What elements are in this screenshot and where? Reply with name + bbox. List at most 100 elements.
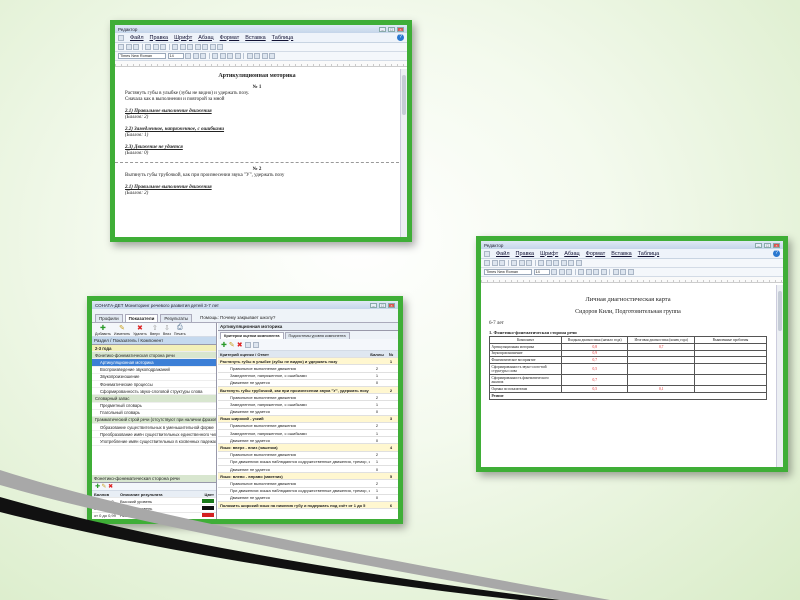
scale-row[interactable]: от 1,6 до 2 Высокий уровень (92, 498, 216, 506)
delete-icon[interactable]: ✖ (237, 341, 243, 349)
tree-item[interactable]: Сформированность звуко-слоговой структур… (92, 388, 216, 396)
font-color-icon[interactable] (246, 53, 253, 59)
menu-paragraph[interactable]: Абзац (564, 251, 579, 257)
redo-icon[interactable] (545, 260, 552, 266)
answer-row[interactable]: Замедленное, напряженное, с ошибками 1 (218, 430, 398, 438)
table-row[interactable]: Резюме (489, 391, 767, 400)
move-down-icon[interactable] (252, 341, 259, 348)
minimize-button[interactable]: – (370, 302, 377, 308)
align-right-icon[interactable] (593, 269, 599, 275)
underline-icon[interactable] (566, 269, 572, 275)
align-right-icon[interactable] (227, 53, 233, 59)
answer-row[interactable]: Движение не удается 0 (218, 495, 398, 502)
image-icon[interactable] (560, 260, 567, 266)
tree-item[interactable]: Артикуляционная моторика (92, 359, 216, 367)
justify-icon[interactable] (234, 53, 241, 59)
find-icon[interactable] (202, 44, 208, 50)
answer-row[interactable]: При движениях языка наблюдаются содружес… (218, 459, 398, 466)
align-center-icon[interactable] (219, 53, 226, 59)
delete-button[interactable]: ✖ Удалить (133, 324, 147, 336)
align-left-icon[interactable] (212, 53, 218, 59)
print-icon[interactable] (575, 260, 582, 266)
criterion-row[interactable]: Язык: влево - вправо (маятник) 5 (218, 473, 398, 481)
print-icon[interactable] (209, 44, 216, 50)
criterion-row[interactable]: Вытянуть губы трубочкой, как при произне… (218, 386, 398, 395)
close-button[interactable]: × (397, 26, 404, 32)
answer-row[interactable]: Правильное выполнение движения 2 (218, 480, 398, 488)
help-icon[interactable]: ? (773, 250, 780, 257)
minimize-button[interactable]: – (755, 242, 762, 248)
menu-file[interactable]: Файл (130, 35, 144, 41)
tree-item[interactable]: Фонетико-фонематическая сторона речи (92, 352, 216, 360)
bullets-icon[interactable] (627, 269, 634, 275)
font-color-icon[interactable] (612, 269, 619, 275)
undo-icon[interactable] (172, 44, 178, 50)
help-icon[interactable]: ? (397, 34, 404, 41)
document-area[interactable]: Личная диагностическая карта Сидоров Кил… (481, 285, 775, 467)
move-up-icon[interactable] (244, 341, 251, 348)
bold-icon[interactable] (551, 269, 557, 275)
font-family-select[interactable]: Times New Roman (484, 269, 532, 275)
move-down-button[interactable]: ⇩ Вниз (163, 324, 171, 336)
scroll-thumb[interactable] (402, 75, 406, 115)
bullets-icon[interactable] (261, 53, 268, 59)
close-button[interactable]: × (773, 242, 780, 248)
add-button[interactable]: ✚ Добавить (95, 324, 111, 336)
redo-icon[interactable] (179, 44, 186, 50)
tab-subsystems[interactable]: Подсистемы уровня компонента (284, 332, 350, 339)
menu-insert[interactable]: Вставка (245, 35, 265, 41)
highlight-icon[interactable] (254, 53, 260, 59)
answer-row[interactable]: Движение не удается 0 (218, 437, 398, 445)
table-row[interactable]: Оценка по показателям 0,5 0,1 (488, 385, 768, 393)
answer-row[interactable]: Движение не удается 0 (218, 409, 398, 416)
paste-icon[interactable] (160, 44, 166, 50)
answer-row[interactable]: Правильное выполнение движения 2 (218, 423, 398, 431)
tree-item[interactable]: Словарный запас (92, 395, 216, 403)
minimize-button[interactable]: – (379, 26, 386, 32)
answer-row[interactable]: Правильное выполнение движения 2 (218, 452, 398, 459)
tree-item[interactable]: 2-3 года (92, 345, 216, 353)
tab-results[interactable]: Результаты (160, 314, 193, 322)
italic-icon[interactable] (558, 269, 565, 275)
table-row[interactable]: Сформированность фонематического анализа… (488, 374, 768, 387)
image-icon[interactable] (194, 44, 201, 50)
open-icon[interactable] (125, 44, 132, 50)
vertical-scrollbar[interactable] (776, 285, 783, 467)
tree-item[interactable]: Образование существительных в уменьшител… (92, 424, 216, 432)
new-doc-icon[interactable] (118, 44, 124, 50)
add-icon[interactable]: ✚ (95, 483, 100, 490)
save-icon[interactable] (499, 260, 505, 266)
table-row[interactable]: Сформированность звуко-слого-вой структу… (488, 363, 768, 376)
open-icon[interactable] (491, 260, 498, 266)
preview-icon[interactable] (217, 44, 223, 50)
undo-icon[interactable] (538, 260, 544, 266)
horizontal-ruler[interactable] (481, 277, 783, 283)
numbering-icon[interactable] (269, 53, 275, 59)
tab-profiles[interactable]: Профили (95, 314, 123, 322)
add-icon[interactable]: ✚ (221, 341, 227, 349)
answer-row[interactable]: Правильное выполнение движения 2 (218, 365, 398, 373)
paste-icon[interactable] (526, 260, 532, 266)
tab-indicators[interactable]: Показатели (124, 314, 159, 322)
copy-icon[interactable] (518, 260, 525, 266)
answer-row[interactable]: Замедленное, напряженное, с ошибками 1 (218, 373, 398, 380)
indicator-tree[interactable]: 2-3 года Фонетико-фонематическая сторона … (92, 345, 216, 446)
menu-edit[interactable]: Правка (516, 251, 535, 257)
table-row[interactable]: Фонематическое восприятие 0,7 (488, 356, 768, 365)
font-size-select[interactable]: 14 (167, 53, 184, 59)
answer-row[interactable]: Правильное выполнение движения 2 (218, 394, 398, 402)
scale-row[interactable]: от 1 до 1,59 Средний уровень (92, 505, 216, 513)
align-center-icon[interactable] (585, 269, 592, 275)
menu-table[interactable]: Таблица (638, 251, 660, 257)
vertical-scrollbar[interactable] (400, 69, 407, 237)
font-family-select[interactable]: Times New Roman (118, 53, 166, 59)
italic-icon[interactable] (192, 53, 199, 59)
answer-row[interactable]: Движение не удается 0 (218, 380, 398, 387)
tree-item[interactable]: Преобразование имён существительных един… (92, 431, 216, 439)
criterion-row[interactable]: Язык: вверх - вниз (чашечка) 4 (218, 444, 398, 452)
tree-item[interactable]: Воспроизведение звукоподражаний (92, 367, 216, 374)
tree-item[interactable]: Предметный словарь (92, 403, 216, 410)
menu-font[interactable]: Шрифт (174, 35, 192, 41)
table-row[interactable]: Звукопроизношение 0,9 (488, 349, 768, 358)
tree-item[interactable]: Употребление имён существительных в косв… (92, 438, 216, 446)
